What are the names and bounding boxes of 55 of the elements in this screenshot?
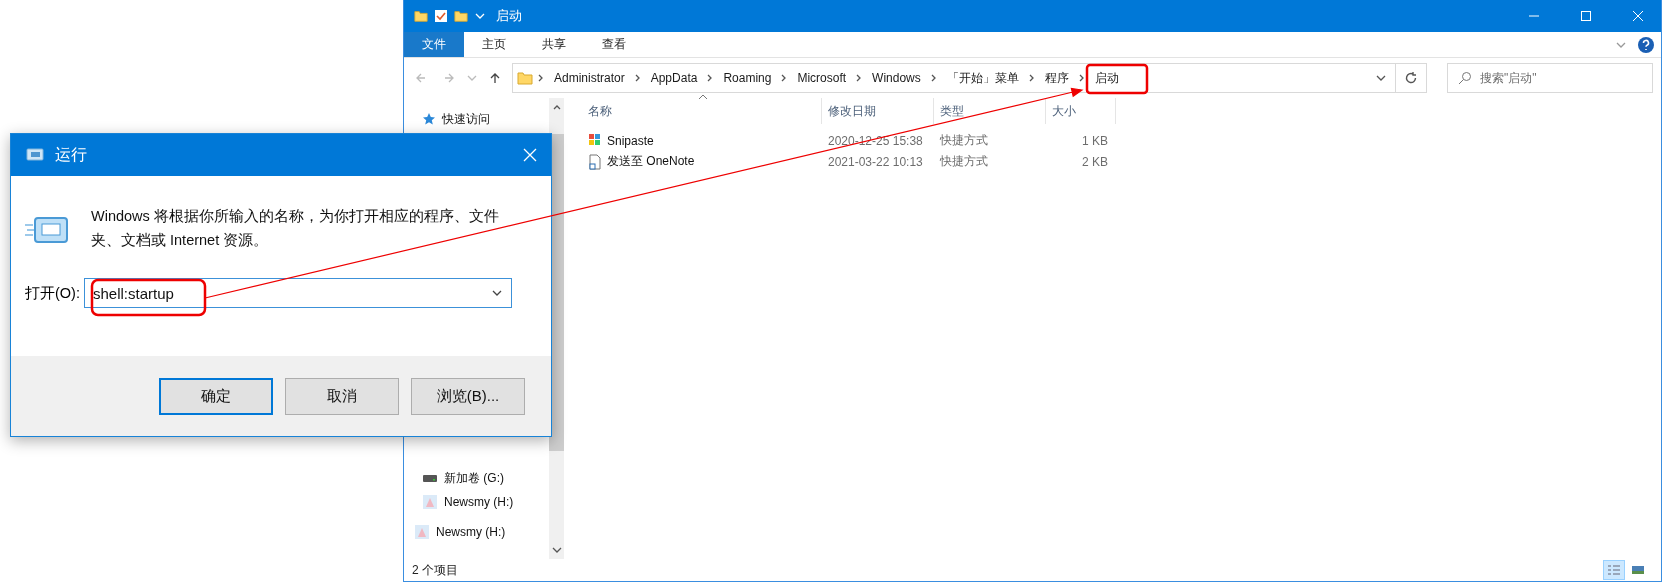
maximize-icon bbox=[1580, 10, 1592, 22]
file-name[interactable]: 发送至 OneNote bbox=[582, 153, 822, 170]
open-label: 打开(O): bbox=[25, 283, 80, 303]
highlight-frame bbox=[1085, 63, 1149, 95]
properties-icon[interactable] bbox=[434, 9, 448, 23]
file-shortcut-icon bbox=[588, 153, 602, 170]
up-icon[interactable] bbox=[489, 72, 501, 84]
command-field[interactable]: shell:startup bbox=[83, 278, 512, 308]
dialog-title: 运行 bbox=[55, 144, 88, 165]
column-header[interactable]: 修改日期 bbox=[822, 98, 934, 124]
breadcrumb-item[interactable]: AppData bbox=[645, 71, 703, 85]
table-cell-text: 1 KB bbox=[1081, 133, 1109, 148]
table-cell-text: 快捷方式 bbox=[939, 132, 989, 149]
refresh-icon bbox=[1404, 71, 1418, 85]
table-cell-text: 2021-03-22 10:13 bbox=[827, 154, 924, 169]
window-title: 启动 bbox=[495, 7, 523, 25]
column-header[interactable]: 名称 bbox=[582, 98, 822, 124]
breadcrumb-item[interactable]: Roaming bbox=[718, 71, 777, 85]
breadcrumb-item[interactable]: 程序 bbox=[1039, 69, 1074, 87]
search-field[interactable]: 搜索"启动" bbox=[1447, 63, 1653, 93]
status-text: 2 个项目 bbox=[412, 561, 458, 579]
ribbon-tab[interactable]: 文件 bbox=[404, 32, 464, 57]
nav-item[interactable]: Newsmy (H:) bbox=[404, 514, 549, 550]
list-icon bbox=[1607, 564, 1621, 576]
sort-icon bbox=[698, 94, 708, 100]
breadcrumb-item[interactable]: Administrator bbox=[549, 71, 630, 85]
table-cell-text: 快捷方式 bbox=[939, 153, 989, 170]
search-icon bbox=[1458, 71, 1472, 85]
star-icon bbox=[422, 112, 436, 126]
dialog-message: Windows 将根据你所输入的名称，为你打开相应的程序、文件夹、文档或 Internet 资源。 bbox=[91, 207, 500, 250]
drive-picture-icon bbox=[414, 524, 430, 540]
address-bar[interactable]: Administrator AppData Roaming Microsoft Windows 「开始」菜单 程序 启动 bbox=[512, 63, 1396, 93]
refresh-button[interactable] bbox=[1396, 63, 1427, 93]
breadcrumb-item[interactable]: Microsoft bbox=[792, 71, 852, 85]
close-icon bbox=[1632, 10, 1644, 22]
dialog-button[interactable]: 取消 bbox=[285, 377, 399, 415]
landscape-icon bbox=[1631, 564, 1645, 576]
nav-item[interactable]: 新加卷 (G:) bbox=[404, 466, 549, 490]
dialog-button[interactable]: 确定 bbox=[159, 377, 273, 415]
drive-picture-icon bbox=[422, 494, 438, 510]
breadcrumb-item[interactable]: 启动 bbox=[1089, 69, 1124, 87]
folder-icon bbox=[414, 9, 428, 23]
file-name[interactable]: Snipaste bbox=[582, 132, 822, 149]
help-icon[interactable] bbox=[1637, 35, 1655, 54]
breadcrumb-item[interactable]: 「开始」菜单 bbox=[941, 69, 1024, 87]
dialog-button[interactable]: 浏览(B)... bbox=[411, 377, 525, 415]
close-icon bbox=[523, 148, 537, 162]
drive-icon bbox=[422, 473, 438, 483]
nav-item[interactable]: 快速访问 bbox=[404, 108, 549, 130]
run-icon bbox=[23, 148, 45, 162]
table-cell-text: 2 KB bbox=[1081, 154, 1109, 169]
run-program-icon bbox=[25, 216, 69, 246]
new-folder-icon bbox=[454, 9, 468, 23]
breadcrumb-item[interactable]: Windows bbox=[867, 71, 926, 85]
nav-item[interactable]: Newsmy (H:) bbox=[404, 490, 549, 514]
